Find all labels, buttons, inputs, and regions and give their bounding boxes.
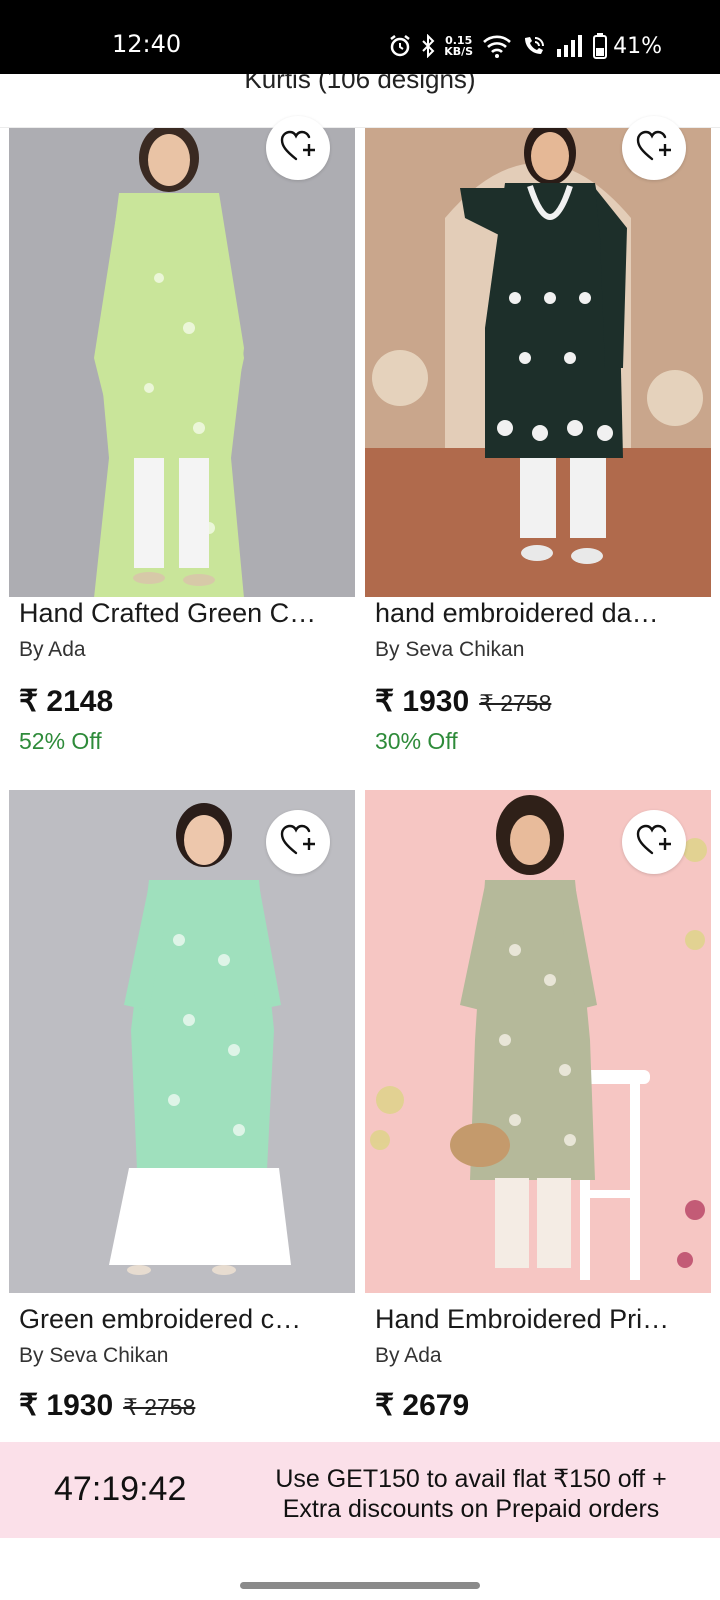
discount-label: 30% Off [375, 728, 458, 754]
price-value: ₹ 2148 [19, 685, 114, 718]
product-brand: By Ada [375, 1344, 442, 1367]
product-price: ₹ 1930 ₹ 2758 [19, 1388, 195, 1423]
product-price: ₹ 2148 [19, 684, 123, 719]
product-title[interactable]: Green embroidered c… [19, 1304, 301, 1335]
promo-message: Use GET150 to avail flat ₹150 off + Extr… [236, 1464, 706, 1524]
product-image[interactable] [365, 128, 711, 597]
heart-plus-icon [280, 824, 316, 861]
status-time: 12:40 [112, 30, 182, 58]
wifi-calling-icon [521, 34, 547, 58]
heart-plus-icon [280, 130, 316, 167]
discount-label: 52% Off [19, 728, 102, 754]
product-image[interactable] [9, 128, 355, 597]
page-title: Kurtis (106 designs) [244, 74, 476, 94]
system-nav-bar [0, 1538, 720, 1600]
promo-line-2: Extra discounts on Prepaid orders [282, 1495, 660, 1523]
countdown-timer: 47:19:42 [54, 1470, 187, 1508]
product-card[interactable]: hand embroidered da… By Seva Chikan ₹ 19… [365, 116, 711, 768]
product-title[interactable]: Hand Embroidered Pri… [375, 1304, 669, 1335]
alarm-icon [388, 34, 412, 58]
signal-icon [556, 35, 584, 57]
bluetooth-icon [421, 34, 435, 58]
product-brand: By Seva Chikan [375, 638, 525, 661]
product-brand: By Ada [19, 638, 86, 661]
wishlist-button[interactable] [266, 810, 330, 874]
heart-plus-icon [636, 130, 672, 167]
product-price: ₹ 2679 [375, 1388, 479, 1423]
status-bar: 12:40 0.15 KB/S 41% [0, 0, 720, 74]
battery-percent: 41% [613, 33, 662, 59]
product-card[interactable]: Hand Crafted Green C… By Ada ₹ 2148 52% … [9, 116, 355, 768]
network-speed: 0.15 KB/S [444, 34, 474, 58]
promo-line-1: Use GET150 to avail flat ₹150 off + [275, 1465, 667, 1493]
promo-banner[interactable]: 47:19:42 Use GET150 to avail flat ₹150 o… [0, 1442, 720, 1538]
battery-icon [593, 33, 608, 59]
product-brand: By Seva Chikan [19, 1344, 169, 1367]
price-value: ₹ 2679 [375, 1389, 470, 1422]
wifi-icon [482, 34, 512, 58]
product-card[interactable]: Green embroidered c… By Seva Chikan ₹ 19… [9, 790, 355, 1440]
price-value: ₹ 1930 [375, 685, 470, 718]
page-header: Kurtis (106 designs) [0, 74, 720, 128]
product-price: ₹ 1930 ₹ 2758 [375, 684, 551, 719]
wishlist-button[interactable] [622, 116, 686, 180]
status-icons: 0.15 KB/S 41% [388, 32, 662, 60]
wishlist-button[interactable] [622, 810, 686, 874]
product-card[interactable]: Hand Embroidered Pri… By Ada ₹ 2679 [365, 790, 711, 1440]
heart-plus-icon [636, 824, 672, 861]
product-title[interactable]: Hand Crafted Green C… [19, 598, 316, 629]
home-gesture-handle[interactable] [240, 1582, 480, 1589]
price-value: ₹ 1930 [19, 1389, 114, 1422]
mrp-value: ₹ 2758 [123, 1394, 196, 1420]
wishlist-button[interactable] [266, 116, 330, 180]
product-title[interactable]: hand embroidered da… [375, 598, 659, 629]
mrp-value: ₹ 2758 [479, 690, 552, 716]
